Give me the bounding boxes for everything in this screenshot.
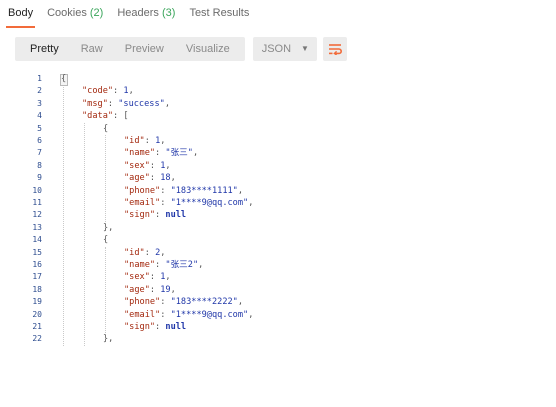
code-text: "id": 1,: [124, 136, 166, 146]
code-text: "sign": null: [124, 210, 187, 221]
code-line: 13},: [0, 222, 556, 234]
code-text: "phone": "183****2222",: [124, 297, 244, 308]
code-text: "email": "1****9@qq.com",: [124, 309, 254, 320]
code-text: "sex": 1,: [124, 272, 171, 283]
tab-label: Cookies: [47, 7, 87, 19]
code-text: },: [103, 334, 114, 345]
code-line: 7 "name": "张三",: [0, 147, 556, 159]
code-text: "age": 18,: [124, 173, 176, 184]
line-number: 19: [32, 297, 42, 307]
code-line: 20 "email": "1****9@qq.com",: [0, 309, 556, 321]
code-line: 11 "email": "1****9@qq.com",: [0, 197, 556, 209]
tab-count: (3): [161, 7, 176, 19]
code-text: "name": "张三2",: [124, 260, 204, 270]
format-select[interactable]: JSON ▼: [252, 37, 317, 61]
line-number: 21: [32, 322, 42, 331]
chevron-down-icon: ▼: [301, 44, 309, 53]
code-text: {: [103, 235, 109, 246]
tab-count: (2): [89, 7, 104, 19]
line-number: 10: [32, 185, 42, 195]
wrap-lines-button[interactable]: [322, 37, 347, 61]
code-line: 2 "code": 1,: [0, 85, 556, 97]
code-line: 17 "sex": 1,: [0, 271, 556, 283]
line-number: 13: [32, 222, 42, 232]
line-number: 6: [37, 136, 42, 145]
tab-test-results[interactable]: Test Results: [189, 0, 249, 26]
code-text: "email": "1****9@qq.com",: [124, 198, 254, 208]
code-text: {: [61, 74, 67, 84]
wrap-lines-icon: [328, 44, 342, 55]
code-line: 8 "sex": 1,: [0, 160, 556, 172]
tab-label: Headers: [117, 7, 159, 19]
code-text: "sex": 1,: [124, 160, 171, 171]
code-line: 9 "age": 18,: [0, 172, 556, 184]
code-text: "msg": "success",: [82, 98, 170, 109]
code-line: 19 "phone": "183****2222",: [0, 296, 556, 308]
code-line: 16 "name": "张三2",: [0, 259, 556, 271]
code-text: {: [103, 123, 109, 134]
line-number: 4: [37, 111, 42, 121]
line-number: 17: [32, 272, 42, 282]
code-line: 6 "id": 1,: [0, 135, 556, 147]
view-visualize-button[interactable]: Visualize: [175, 38, 241, 60]
line-number: 3: [37, 98, 42, 108]
code-text: "code": 1,: [82, 86, 134, 97]
response-panel: Body Cookies (2) Headers (3) Test Result…: [0, 0, 556, 407]
tab-body[interactable]: Body: [5, 0, 36, 28]
code-line: 10 "phone": "183****1111",: [0, 185, 556, 197]
code-text: "phone": "183****1111",: [124, 185, 244, 196]
code-text: },: [103, 222, 114, 233]
view-mode-group: Pretty Raw Preview Visualize: [15, 37, 245, 61]
response-body-code[interactable]: 1{2 "code": 1, 3 "msg": "success", 4 "data": …: [0, 70, 556, 407]
line-number: 18: [32, 284, 42, 294]
tab-cookies[interactable]: Cookies (2): [47, 0, 103, 26]
line-number: 1: [37, 74, 42, 83]
tab-headers[interactable]: Headers (3): [117, 0, 175, 26]
code-line: 12 "sign": null: [0, 209, 556, 221]
line-number: 14: [32, 235, 42, 245]
line-number: 16: [32, 260, 42, 269]
code-line: 21 "sign": null: [0, 321, 556, 333]
code-text: "data": [: [82, 111, 129, 122]
line-number: 11: [32, 198, 42, 207]
line-number: 12: [32, 210, 42, 220]
tab-label: Test Results: [189, 7, 250, 19]
code-text: "name": "张三",: [124, 148, 199, 159]
code-line: 15 "id": 2,: [0, 247, 556, 259]
format-value: JSON: [261, 43, 292, 55]
code-line: 14 {: [0, 234, 556, 246]
line-number: 20: [32, 309, 42, 319]
line-number: 2: [37, 86, 42, 96]
response-tabs: Body Cookies (2) Headers (3) Test Result…: [0, 0, 556, 28]
code-line: 5{: [0, 123, 556, 135]
code-text: "id": 2,: [124, 247, 166, 258]
line-number: 9: [37, 173, 42, 183]
line-number: 8: [37, 160, 42, 170]
code-text: "sign": null: [124, 322, 187, 332]
line-number: 7: [37, 148, 42, 158]
line-number: 22: [32, 334, 42, 344]
code-text: "age": 19,: [124, 284, 176, 295]
code-line: 1{: [0, 73, 556, 85]
code-line: 3 "msg": "success",: [0, 98, 556, 110]
code-line: 22},: [0, 333, 556, 345]
view-preview-button[interactable]: Preview: [114, 38, 175, 60]
response-toolbar: Pretty Raw Preview Visualize JSON ▼: [15, 37, 347, 61]
line-number: 5: [37, 123, 42, 133]
tab-label: Body: [8, 7, 34, 19]
line-number: 15: [32, 247, 42, 257]
code-line: 4 "data": [: [0, 110, 556, 122]
view-pretty-button[interactable]: Pretty: [19, 38, 70, 60]
view-raw-button[interactable]: Raw: [70, 38, 114, 60]
code-line: 18 "age": 19,: [0, 284, 556, 296]
